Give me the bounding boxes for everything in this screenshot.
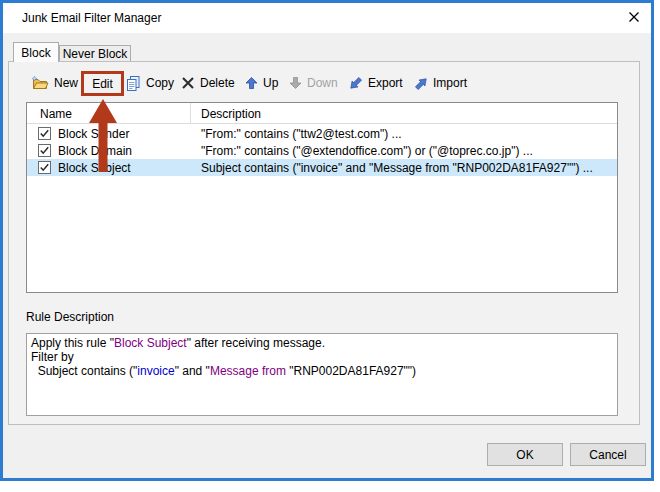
rule-text-segment: "RNP002DA81FA927"") <box>289 364 416 378</box>
edit-button[interactable]: Edit <box>92 77 113 91</box>
annotation-box: Edit <box>81 71 124 96</box>
delete-button-label: Delete <box>200 76 235 90</box>
delete-x-icon <box>181 76 195 90</box>
import-button[interactable]: Import <box>414 72 467 94</box>
title-bar: Junk Email Filter Manager <box>3 3 651 33</box>
export-arrow-icon <box>349 77 363 90</box>
export-button[interactable]: Export <box>349 72 403 94</box>
rule-text-segment: Apply this rule " <box>31 336 114 350</box>
new-folder-icon <box>31 75 49 91</box>
rule-text-segment: Subject contains (" <box>31 364 137 378</box>
rule-text-segment: " and " <box>175 364 210 378</box>
rule-text-segment: " after receiving message. <box>187 336 325 350</box>
up-button[interactable]: Up <box>245 72 278 94</box>
rule-description-label: Rule Description <box>26 310 114 324</box>
rule-description-cell: "From:" contains ("ttw2@test.com") ... <box>201 125 402 142</box>
checked-checkbox-icon[interactable] <box>38 127 51 140</box>
rule-description-box: Apply this rule "Block Subject" after re… <box>26 333 618 416</box>
rule-text-segment: Filter by <box>31 350 74 364</box>
tab-never-block[interactable]: Never Block <box>59 45 131 62</box>
new-button-label: New <box>54 76 78 90</box>
checked-checkbox-icon[interactable] <box>38 144 51 157</box>
up-button-label: Up <box>263 76 278 90</box>
window-title: Junk Email Filter Manager <box>3 11 161 25</box>
rule-text-segment-highlight: invoice <box>137 364 174 378</box>
tab-block-label: Block <box>21 46 50 60</box>
rule-line-2: Filter by <box>31 350 613 364</box>
red-arrow-annotation <box>86 98 120 174</box>
rule-description-cell: Subject contains ("invoice" and "Message… <box>201 159 593 176</box>
down-arrow-icon <box>289 76 302 90</box>
close-x-icon <box>628 11 640 23</box>
column-header-name[interactable]: Name <box>40 103 72 124</box>
rule-line-3: Subject contains ("invoice" and "Message… <box>31 364 613 378</box>
copy-button[interactable]: Copy <box>126 72 174 94</box>
rule-description-cell: "From:" contains ("@extendoffice.com") o… <box>201 142 533 159</box>
close-button[interactable] <box>618 3 650 31</box>
tab-never-block-label: Never Block <box>63 47 128 61</box>
up-arrow-icon <box>245 76 258 90</box>
ok-button[interactable]: OK <box>487 443 563 466</box>
rule-text-segment-highlight: Message from <box>210 364 289 378</box>
import-button-label: Import <box>433 76 467 90</box>
delete-button[interactable]: Delete <box>181 72 235 94</box>
column-divider[interactable] <box>190 103 191 124</box>
copy-button-label: Copy <box>146 76 174 90</box>
column-header-description[interactable]: Description <box>201 103 261 124</box>
copy-icon <box>126 75 141 92</box>
down-button-label: Down <box>307 76 338 90</box>
export-button-label: Export <box>368 76 403 90</box>
rule-text-segment-highlight: Block Subject <box>114 336 187 350</box>
import-arrow-icon <box>414 77 428 90</box>
checked-checkbox-icon[interactable] <box>38 161 51 174</box>
down-button[interactable]: Down <box>289 72 338 94</box>
rule-line-1: Apply this rule "Block Subject" after re… <box>31 336 613 350</box>
cancel-button[interactable]: Cancel <box>570 443 646 466</box>
new-button[interactable]: New <box>31 72 78 94</box>
junk-email-filter-manager-dialog: Junk Email Filter Manager Block Never Bl… <box>0 0 654 481</box>
tab-block[interactable]: Block <box>13 42 59 62</box>
